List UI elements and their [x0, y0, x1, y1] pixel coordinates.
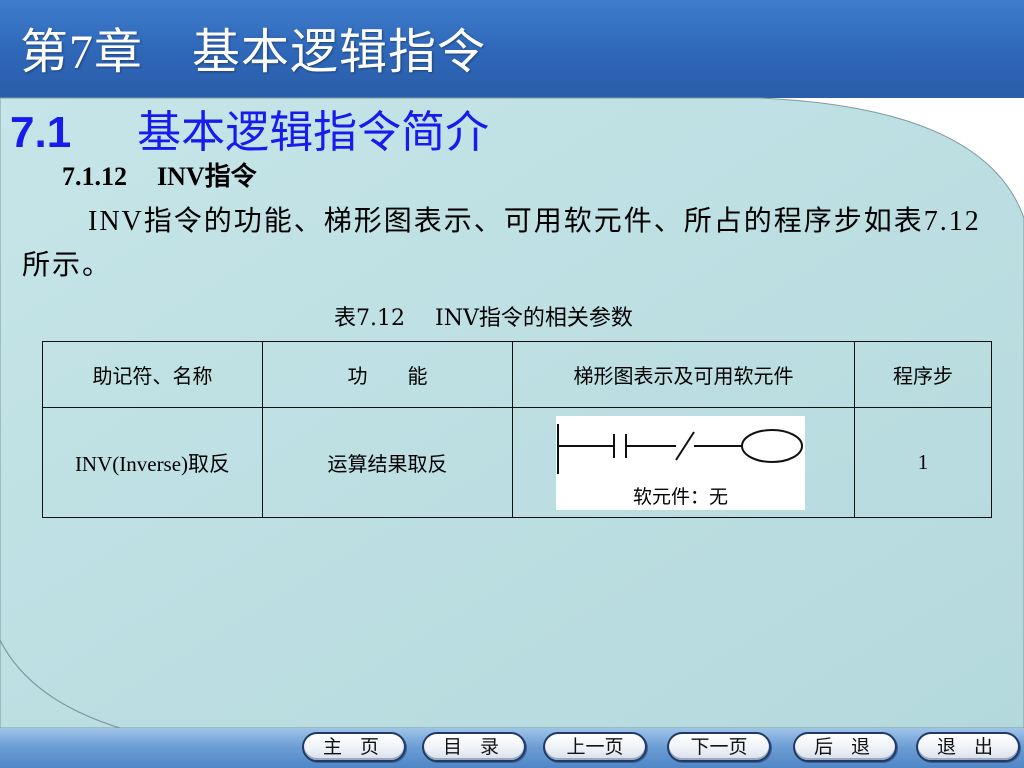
subsection-title: 7.1.12 INV指令: [62, 156, 257, 193]
next-page-button[interactable]: 下一页: [667, 732, 771, 762]
chapter-title: 第7章 基本逻辑指令: [20, 26, 487, 79]
home-button[interactable]: 主 页: [302, 732, 406, 762]
prev-page-button[interactable]: 上一页: [543, 732, 647, 762]
table-caption-number: 表7.12: [334, 306, 405, 331]
subsection-number: 7.1.12: [62, 162, 127, 191]
header-ladder: 梯形图表示及可用软元件: [512, 341, 855, 408]
parameter-table: 助记符、名称 功 能 梯形图表示及可用软元件 程序步 INV(Inverse)取…: [42, 341, 992, 518]
contents-button[interactable]: 目 录: [422, 732, 526, 762]
table-row: INV(Inverse)取反 运算结果取反 软元件：无 1: [42, 407, 992, 518]
ladder-note: 软元件：无: [632, 485, 728, 508]
header-function: 功 能: [262, 341, 513, 408]
cell-steps: 1: [854, 407, 992, 518]
header-mnemonic: 助记符、名称: [42, 341, 263, 408]
cell-function: 运算结果取反: [262, 407, 513, 518]
back-button[interactable]: 后 退: [793, 732, 897, 762]
header-steps: 程序步: [854, 341, 992, 408]
section-title: 7.1 基本逻辑指令简介: [10, 96, 489, 160]
exit-button[interactable]: 退 出: [916, 732, 1020, 762]
cell-ladder: 软元件：无: [512, 407, 855, 518]
section-number: 7.1: [10, 108, 72, 157]
subsection-name: INV指令: [157, 162, 257, 191]
section-name: 基本逻辑指令简介: [137, 108, 490, 157]
intro-paragraph: INV指令的功能、梯形图表示、可用软元件、所占的程序步如表7.12所示。: [22, 200, 1002, 288]
intro-text: INV指令的功能、梯形图表示、可用软元件、所占的程序步如表7.12所示。: [22, 206, 981, 281]
cell-mnemonic: INV(Inverse)取反: [42, 407, 263, 518]
table-caption-title: INV指令的相关参数: [435, 306, 633, 331]
table-header-row: 助记符、名称 功 能 梯形图表示及可用软元件 程序步: [42, 341, 992, 408]
ladder-diagram: 软元件：无: [556, 415, 805, 510]
table-caption: 表7.12 INV指令的相关参数: [334, 300, 633, 332]
